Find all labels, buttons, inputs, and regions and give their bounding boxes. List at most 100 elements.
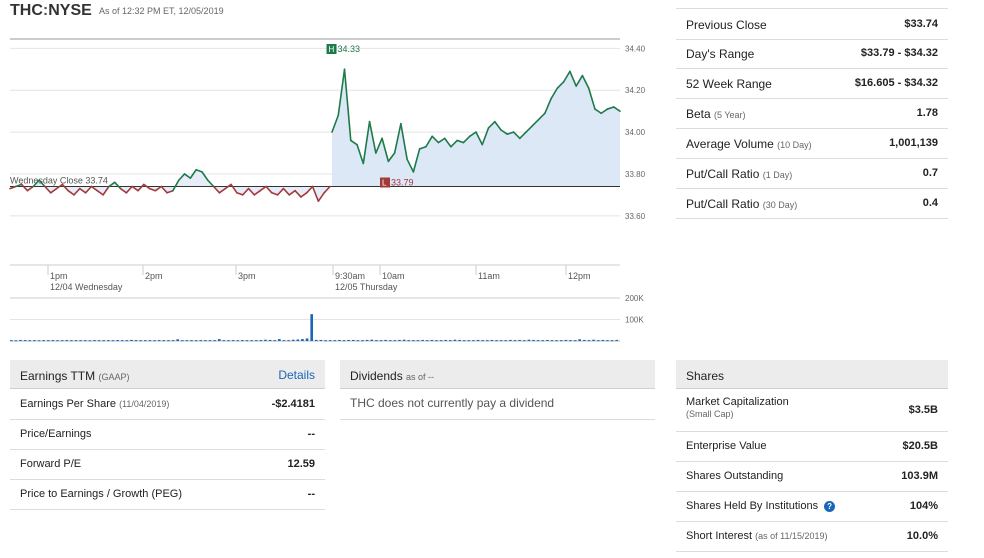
stat-value: $16.605 - $34.32: [854, 77, 938, 89]
x-axis-labels: 1pm12/04 Wednesday 2pm 3pm 9:30am12/05 Thur…: [47, 265, 591, 292]
stat-label: Put/Call Ratio (30 Day): [686, 197, 798, 211]
y-tick-label: 33.80: [625, 170, 646, 179]
volume-bar: [518, 339, 521, 341]
volume-bar: [291, 339, 295, 341]
volume-axis-ticks: 200K 100K: [625, 294, 644, 325]
volume-bar: [37, 340, 41, 342]
volume-bar: [435, 340, 438, 342]
volume-bar: [509, 339, 512, 341]
stat-label: Day's Range: [686, 47, 755, 61]
high-value-label: 34.33: [338, 44, 361, 54]
previous-close-label: Wednesday Close 33.74: [10, 176, 108, 186]
earnings-label: Price to Earnings / Growth (PEG): [20, 488, 182, 500]
volume-bar: [217, 339, 221, 341]
shares-row: Market Capitalization (Small Cap) $3.5B: [676, 389, 948, 432]
volume-bar: [425, 340, 429, 342]
volume-bar: [583, 339, 586, 341]
earnings-details-link[interactable]: Details: [278, 368, 315, 382]
x-tick-label: 1pm: [50, 271, 68, 281]
volume-bar: [569, 340, 572, 342]
volume-bar: [287, 340, 290, 342]
volume-bar: [46, 340, 50, 342]
volume-bar: [439, 340, 443, 342]
earnings-value: 12.59: [287, 458, 315, 470]
stat-row: 52 Week Range $16.605 - $34.32: [676, 68, 948, 99]
stat-sublabel: (1 Day): [762, 170, 793, 180]
volume-bar: [338, 339, 341, 341]
volume-bar: [315, 339, 318, 341]
earnings-header: Earnings TTM (GAAP) Details: [10, 360, 325, 389]
volume-bar: [157, 340, 161, 342]
volume-bar: [282, 340, 286, 342]
volume-bar: [375, 340, 378, 342]
volume-tick-label: 200K: [625, 294, 644, 303]
x-tick-label: 11am: [478, 271, 500, 281]
volume-bar: [356, 340, 360, 342]
shares-value: 10.0%: [906, 530, 938, 542]
volume-bar: [324, 340, 327, 342]
volume-bar: [102, 340, 106, 342]
earnings-sublabel: (11/04/2019): [119, 399, 170, 409]
volume-bar: [19, 339, 22, 341]
dividends-message: THC does not currently pay a dividend: [350, 396, 555, 410]
volume-bar: [65, 340, 69, 342]
volume-bar: [227, 340, 230, 342]
volume-bar: [204, 340, 207, 342]
volume-bar: [107, 340, 110, 342]
stat-value: 0.7: [922, 167, 938, 179]
stat-row: Put/Call Ratio (1 Day) 0.7: [676, 158, 948, 189]
low-value-label: 33.79: [391, 178, 414, 188]
volume-bar: [153, 340, 156, 342]
volume-bar: [379, 340, 383, 342]
volume-bar: [144, 340, 147, 342]
shares-row: Short Interest (as of 11/15/2019) 10.0%: [676, 521, 948, 552]
volume-bar: [504, 340, 508, 342]
stat-row: Average Volume (10 Day) 1,001,139: [676, 128, 948, 159]
earnings-row: Earnings Per Share (11/04/2019) -$2.4181: [10, 389, 325, 420]
volume-bar: [499, 340, 503, 342]
price-chart: 34.40 34.20 34.00 33.80 33.60 Wednesday Clos…: [9, 38, 646, 342]
volume-bar: [421, 339, 424, 341]
volume-bar: [606, 340, 609, 342]
volume-bar: [310, 314, 313, 341]
volume-bar: [167, 340, 170, 342]
volume-bar: [467, 340, 471, 342]
x-tick-label: 3pm: [238, 271, 256, 281]
volume-bar: [268, 339, 272, 341]
volume-bar: [444, 339, 448, 341]
volume-bar: [398, 339, 401, 341]
volume-bar: [88, 340, 92, 342]
x-tick-label: 2pm: [145, 271, 163, 281]
earnings-value: -$2.4181: [271, 398, 315, 410]
shares-sublabel: (Small Cap): [686, 409, 734, 419]
stat-value: 0.4: [922, 197, 938, 209]
volume-tick-label: 100K: [625, 316, 644, 325]
earnings-label: Price/Earnings: [20, 428, 92, 440]
earnings-label: Earnings Per Share (11/04/2019): [20, 398, 170, 410]
volume-bar: [74, 340, 78, 342]
volume-bar: [527, 339, 531, 341]
volume-bar: [185, 340, 189, 342]
help-icon[interactable]: ?: [824, 500, 836, 512]
volume-bar: [384, 339, 387, 341]
volume-bar: [361, 340, 364, 342]
volume-bar: [162, 340, 166, 342]
shares-value: $3.5B: [908, 404, 938, 416]
earnings-label: Forward P/E: [20, 458, 82, 470]
shares-label: Enterprise Value: [686, 440, 767, 452]
volume-bar: [610, 340, 614, 342]
shares-title: Shares: [686, 369, 725, 383]
volume-bar: [592, 339, 595, 341]
shares-header: Shares: [676, 360, 948, 389]
stat-row: Put/Call Ratio (30 Day) 0.4: [676, 188, 948, 219]
volume-bar: [56, 340, 59, 342]
volume-bar: [83, 340, 87, 342]
volume-bar: [97, 340, 101, 342]
dividends-message-row: THC does not currently pay a dividend: [340, 389, 655, 420]
volume-bar: [365, 339, 369, 341]
x-tick-label: 10am: [382, 271, 405, 281]
x-tick-label: 9:30am: [335, 271, 365, 281]
volume-bar: [449, 340, 452, 342]
volume-bar: [116, 340, 119, 342]
volume-bar: [416, 340, 420, 342]
